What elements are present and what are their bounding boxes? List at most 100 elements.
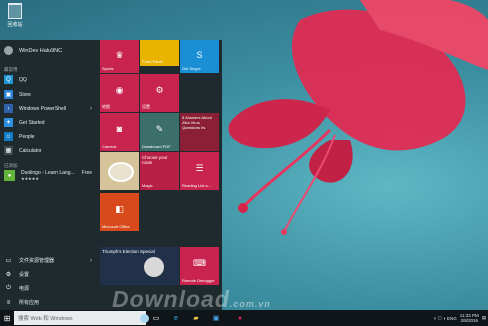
system-tray: ˄ ▢ ◖ ENG 11:33 PM 2/8/2016 ▤ [434,310,486,326]
tile-settings[interactable]: ⚙ 设置 [140,74,179,112]
gear-icon: ⚙ [5,272,12,278]
power-icon: ⏻ [6,285,11,291]
date: 2/8/2016 [460,318,479,323]
avatar [4,46,13,55]
app-label: Windows PowerShell [19,105,66,112]
tile-label: Get Skype [182,66,201,71]
tile-label: 地图 [102,104,110,109]
tile-label: 5 Answers About Zika Virus Questions Its [182,115,212,130]
app-label: QQ [19,76,27,83]
volume-icon[interactable]: ◖ [443,316,446,321]
price-label: Free [81,170,92,176]
task-view-icon[interactable]: ▭ [150,312,162,324]
store-icon: ▣ [4,90,13,99]
watermark: Download.com.vn [112,286,271,313]
start-button[interactable]: ⊞ [0,310,14,326]
tile-label: Sports [102,66,114,71]
debugger-icon: ⌨ [193,258,206,269]
tile-label: Front Panel [142,59,163,64]
food-bowl-icon [108,162,134,182]
tile-office[interactable]: ◧ Microsoft Office [100,193,139,231]
user-name: WinDev Halu9NC [19,47,63,54]
cortana-icon[interactable] [140,314,149,323]
tile-news[interactable]: 5 Answers About Zika Virus Questions Its [180,113,219,151]
tile-reading-list[interactable]: ☰ Reading List a... [180,152,219,190]
start-menu-app-list: WinDev Halu9NC 最常用 Q QQ ▣ Store › Window… [0,40,96,310]
people-icon: ☺ [4,132,13,141]
app-label: Get Started [19,119,45,126]
tile-label: Drawboard PDF [142,144,171,149]
map-icon: ◉ [115,85,124,96]
recycle-bin-label: 回收站 [7,22,23,28]
chevron-right-icon[interactable]: › [90,106,92,112]
notifications-icon[interactable]: ▤ [482,315,486,321]
puppet-image [144,257,164,277]
recycle-bin-icon [8,3,22,19]
item-power[interactable]: ⏻ 电源 [4,284,92,293]
drawboard-icon: ✎ [155,124,164,135]
app-powershell[interactable]: › Windows PowerShell › [4,104,92,113]
item-all-apps[interactable]: ≡ 所有应用 [4,298,92,307]
app-get-started[interactable]: ✦ Get Started [4,118,92,127]
app-icon[interactable]: ● [234,312,246,324]
tile-recipe[interactable] [100,152,139,190]
calculator-icon: ▦ [4,146,13,155]
item-label: 所有应用 [19,300,40,306]
start-menu: WinDev Halu9NC 最常用 Q QQ ▣ Store › Window… [0,40,222,310]
app-calculator[interactable]: ▦ Calculator [4,146,92,155]
tile-camera[interactable]: ◙ Camera [100,113,139,151]
chevron-right-icon[interactable]: › [90,258,92,264]
watermark-text: Download [112,286,230,312]
edge-icon[interactable]: e [170,312,182,324]
windows-logo-icon: ⊞ [3,313,11,323]
folder-icon: ▭ [5,258,12,264]
clock[interactable]: 11:33 PM 2/8/2016 [460,313,479,323]
language-indicator[interactable]: ENG [447,316,457,321]
app-label: People [19,133,35,140]
item-label: 文件资源管理器 [19,258,55,264]
tile-remote-debugger[interactable]: ⌨ Remote Debugger [180,247,219,285]
app-store[interactable]: ▣ Store [4,90,92,99]
app-qq[interactable]: Q QQ [4,75,92,84]
store-icon[interactable]: ▣ [210,312,222,324]
qq-icon: Q [4,75,13,84]
tile-magic[interactable]: Choose your route Magic [140,152,179,190]
trophy-icon: ♛ [115,49,124,60]
network-icon[interactable]: ▢ [438,315,442,321]
tile-label: Reading List a... [182,183,211,188]
tile-maps[interactable]: ◉ 地图 [100,74,139,112]
tile-drawboard[interactable]: ✎ Drawboard PDF [140,113,179,151]
rating-stars: ★★★★★ [21,176,39,181]
tile-sports[interactable]: ♛ Sports [100,40,139,73]
gear-icon: ⚙ [155,85,164,96]
app-people[interactable]: ☺ People [4,132,92,141]
tile-triumph[interactable]: Triumph's Election Special [100,247,179,285]
tile-label: Microsoft Office [102,224,130,229]
app-label: Calculator [19,147,42,154]
item-label: 电源 [19,286,30,292]
tile-label: 设置 [142,104,150,109]
tile-front-panel[interactable]: Front Panel [140,40,179,66]
app-duolingo[interactable]: ● Duolingo - Learn Lang... ★★★★★ Free [4,170,92,181]
tile-skype[interactable]: S Get Skype [180,40,219,73]
search-placeholder: 搜索 Web 和 Windows [18,316,73,322]
user-account[interactable]: WinDev Halu9NC [4,46,62,55]
powershell-icon: › [4,104,13,113]
duolingo-icon: ● [4,170,15,181]
lightbulb-icon: ✦ [4,118,13,127]
taskbar: ⊞ 搜索 Web 和 Windows ▭ e ▰ ▣ ● ˄ ▢ ◖ ENG 1… [0,310,488,326]
item-settings[interactable]: ⚙ 设置 [4,270,92,279]
recycle-bin[interactable]: 回收站 [4,3,26,33]
item-file-explorer[interactable]: ▭ 文件资源管理器 › [4,256,92,265]
item-label: 设置 [19,272,30,278]
tile-label: Magic [142,183,153,188]
skype-icon: S [196,49,203,60]
reading-list-icon: ☰ [195,163,204,174]
file-explorer-icon[interactable]: ▰ [190,312,202,324]
section-most-used: 最常用 [4,67,18,72]
section-recently-added: 已添加 [4,163,18,168]
search-box[interactable]: 搜索 Web 和 Windows [14,311,149,325]
watermark-suffix: .com.vn [229,299,271,309]
chevron-up-icon[interactable]: ˄ [434,316,437,321]
camera-icon: ◙ [116,124,123,135]
